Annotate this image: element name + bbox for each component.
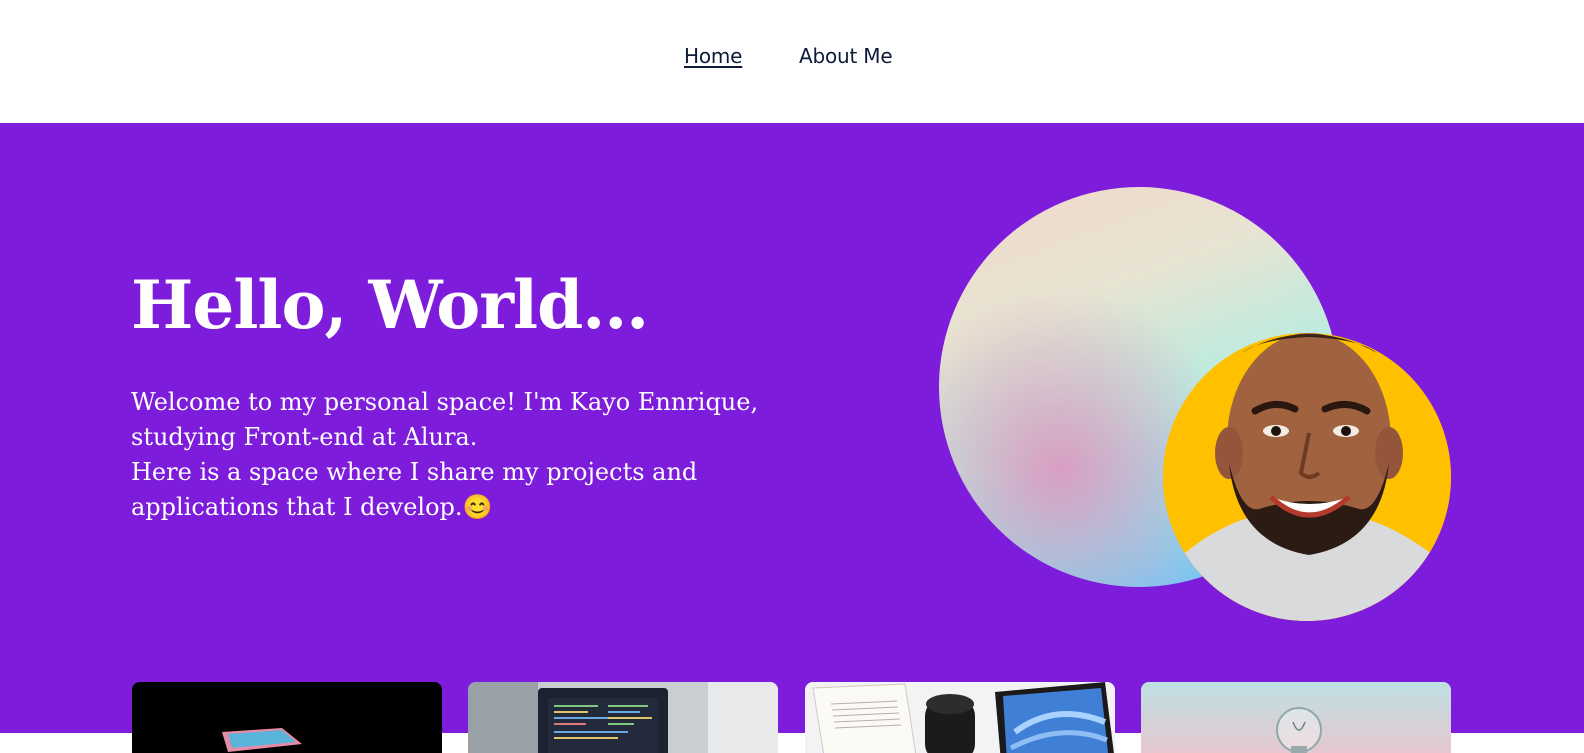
book-camera-tablet-image xyxy=(805,682,1115,753)
project-card-2[interactable] xyxy=(468,682,778,753)
code-editor-image xyxy=(468,682,778,753)
nav-link-about-me[interactable]: About Me xyxy=(799,44,893,68)
hero-intro-line-1: Welcome to my personal space! I'm Kayo E… xyxy=(131,388,759,451)
hero-intro: Welcome to my personal space! I'm Kayo E… xyxy=(131,385,771,525)
hero-title: Hello, World... xyxy=(131,266,649,344)
hero-section: Hello, World... Welcome to my personal s… xyxy=(0,123,1584,733)
lightbulb-image xyxy=(1141,682,1451,753)
profile-avatar xyxy=(1163,333,1451,621)
hero-intro-line-2: Here is a space where I share my project… xyxy=(131,458,698,521)
nav-link-home[interactable]: Home xyxy=(684,44,742,68)
project-card-4[interactable] xyxy=(1141,682,1451,753)
project-card-3[interactable] xyxy=(805,682,1115,753)
laptop-image xyxy=(132,682,442,753)
profile-portrait-image xyxy=(1163,333,1451,621)
top-navigation: Home About Me xyxy=(0,0,1584,123)
project-card-1[interactable] xyxy=(132,682,442,753)
